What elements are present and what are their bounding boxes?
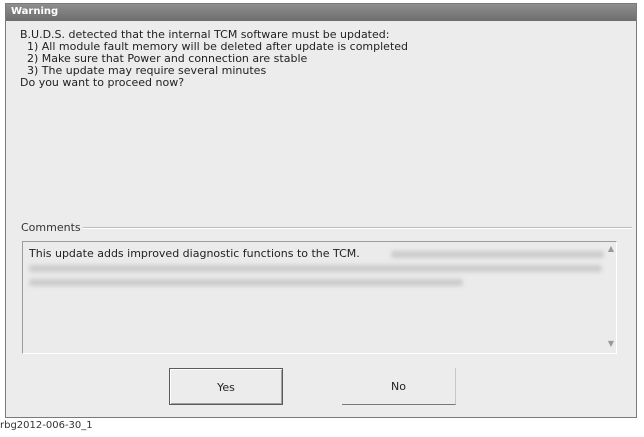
dialog-title: Warning bbox=[11, 6, 59, 17]
title-bar[interactable]: Warning bbox=[6, 4, 636, 21]
yes-button[interactable]: Yes bbox=[169, 368, 283, 405]
scroll-down-icon[interactable]: ▼ bbox=[606, 339, 616, 349]
comments-textarea[interactable]: This update adds improved diagnostic fun… bbox=[22, 241, 617, 354]
redacted-text bbox=[29, 279, 463, 286]
comments-text: This update adds improved diagnostic fun… bbox=[29, 247, 360, 260]
scroll-up-icon[interactable]: ▲ bbox=[606, 244, 616, 254]
warning-dialog: Warning B.U.D.S. detected that the inter… bbox=[5, 3, 637, 418]
vertical-scrollbar[interactable]: ▲ ▼ bbox=[605, 242, 617, 352]
no-button-label: No bbox=[391, 380, 406, 393]
redacted-text bbox=[29, 265, 602, 272]
redacted-text bbox=[391, 251, 604, 258]
message-line: Do you want to proceed now? bbox=[20, 76, 185, 89]
yes-button-label: Yes bbox=[217, 381, 235, 394]
figure-caption: rbg2012-006-30_1 bbox=[0, 420, 93, 431]
group-divider bbox=[67, 227, 632, 229]
message-text: B.U.D.S. detected that the internal TCM … bbox=[20, 29, 408, 89]
comments-label: Comments bbox=[19, 221, 83, 234]
no-button[interactable]: No bbox=[342, 368, 456, 405]
comments-group: Comments This update adds improved diagn… bbox=[11, 221, 632, 355]
